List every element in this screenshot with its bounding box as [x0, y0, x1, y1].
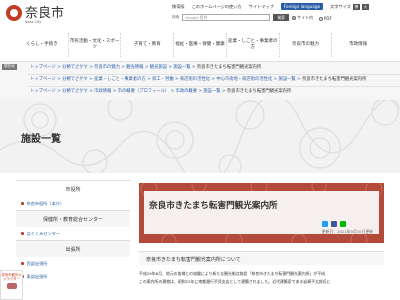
font-size-standard-button[interactable]: 標準	[352, 3, 360, 15]
crumb-current: 奈良市きたまち転害門観光案内所	[226, 89, 292, 94]
utility-links: 携帯版 このホームページの使い方 サイトマップ Foreign language…	[172, 3, 369, 15]
page-title: 奈良市きたまち転害門観光案内所	[149, 201, 278, 211]
category-title: 施設一覧	[21, 134, 61, 145]
body-paragraph: この案内所の建物は、昭和25年に南都銀行手貝支店として建築されました。近代建築家…	[139, 278, 331, 284]
nav-item-attractions[interactable]: 奈良市の魅力	[280, 33, 333, 57]
scope-pdf-radio[interactable]: PDF	[319, 16, 332, 21]
mascot-badge-text: 奈良市観光キャラクター	[1, 273, 22, 281]
crumb-link[interactable]: トップページ	[30, 65, 56, 70]
font-size-control: 文字サイズ 標準 大	[330, 3, 369, 15]
current-location-tag: 現在地	[2, 63, 17, 70]
page-title-banner: 奈良市きたまち転害門観光案内所 更新日：2021年9月10日更新	[139, 183, 384, 243]
nav-item-culture[interactable]: 市民活動・文化・スポーツ	[69, 33, 122, 57]
breadcrumb-area: 現在地 トップページ > 分類でさがす > 奈良市の魅力 > 観光情報 > 観光…	[0, 61, 400, 100]
crumb-link[interactable]: 観光施設	[150, 65, 167, 70]
bullet-icon	[21, 202, 24, 205]
sidebar-link-label: 奈良市役所（本庁）	[26, 200, 65, 206]
banner-panel: 奈良市きたまち転害門観光案内所 更新日：2021年9月10日更新	[144, 191, 379, 234]
site-header: 奈良市 Nara City 携帯版 このホームページの使い方 サイトマップ Fo…	[0, 0, 400, 30]
nav-item-life[interactable]: くらし・手続き	[16, 33, 69, 57]
crumb-link[interactable]: 分類でさがす	[62, 77, 88, 82]
crumb-link[interactable]: 中心市街地・商店街の活性化	[216, 77, 272, 82]
category-hero: 施設一覧	[0, 100, 400, 173]
scope-site-radio[interactable]: サイト内	[292, 15, 313, 21]
logo-text: 奈良市	[25, 5, 65, 21]
crumb-link[interactable]: 市政の概要	[176, 89, 197, 94]
nav-item-education[interactable]: 子育て・教育	[121, 33, 175, 57]
crumb-link[interactable]: トップページ	[30, 77, 56, 82]
nav-item-city-info[interactable]: 市政情報	[332, 33, 384, 57]
global-nav: くらし・手続き 市民活動・文化・スポーツ 子育て・教育 福祉・医療・保健・健康 …	[16, 33, 384, 57]
crumb-current: 奈良市きたまち転害門観光案内所	[196, 65, 262, 70]
scope-pdf-label: PDF	[324, 15, 332, 21]
body-paragraph: 平成29年6月、地元の皆様との協働により新たな観光拠点施設「奈良市きたまち転害門…	[139, 271, 326, 276]
city-emblem-icon	[6, 5, 22, 21]
sidebar-section: 市役所 奈良市役所（本庁）	[16, 180, 130, 210]
nav-item-welfare[interactable]: 福祉・医療・保健・健康	[174, 33, 227, 57]
breadcrumb-divider	[28, 74, 400, 75]
sidebar-heading: 出張所	[16, 241, 130, 257]
sidebar-heading: 市役所	[16, 181, 130, 197]
foreign-language-button[interactable]: Foreign language	[280, 3, 324, 10]
breadcrumb: トップページ > 分類でさがす > 奈良市の魅力 > 観光情報 > 観光施設 >…	[30, 65, 262, 70]
sidebar-link-label: 西部出張所	[26, 260, 48, 266]
scope-site-label: サイト内	[297, 15, 313, 20]
section-heading-box: 奈良市きたまち転害門観光案内所について	[139, 251, 384, 265]
search-button[interactable]: 検索	[273, 14, 290, 21]
crumb-link[interactable]: 市政情報	[94, 89, 111, 94]
sidebar-link-label: はぐくみセンター	[26, 230, 61, 236]
breadcrumb: トップページ > 分類でさがす > 市政情報 > 市の概要（プロフィール） > …	[30, 89, 292, 94]
mascot-icon	[6, 283, 17, 289]
font-size-large-button[interactable]: 大	[361, 3, 369, 10]
site-logo[interactable]: 奈良市	[6, 5, 64, 21]
crumb-link[interactable]: 施設一覧	[173, 65, 190, 70]
nav-item-industry[interactable]: 産業・しごと・事業者の方	[227, 33, 280, 57]
crumb-link[interactable]: 観光情報	[126, 65, 143, 70]
bullet-icon	[21, 262, 24, 265]
facebook-icon[interactable]	[331, 221, 337, 227]
sidebar-link[interactable]: 西部出張所	[16, 257, 130, 270]
font-size-label: 文字サイズ	[330, 3, 351, 9]
crumb-link[interactable]: 産業・しごと・事業者の方	[94, 77, 146, 82]
crumb-link[interactable]: 分類でさがす	[62, 89, 88, 94]
updated-date: 更新日：2021年9月10日更新	[321, 229, 373, 234]
sidebar-heading: 保健所・教育総合センター	[16, 211, 130, 227]
search-scope: サイト内 PDF	[292, 15, 332, 21]
mascot-badge[interactable]: 奈良市観光キャラクター	[0, 270, 23, 300]
sidebar-section: 出張所 西部出張所 東部出張所	[16, 240, 130, 283]
crumb-link[interactable]: トップページ	[30, 89, 56, 94]
crumb-link[interactable]: 分類でさがす	[62, 65, 88, 70]
radio-on-icon	[292, 16, 296, 20]
breadcrumb: トップページ > 分類でさがす > 産業・しごと・事業者の方 > 商工・労働 >…	[30, 77, 367, 82]
howto-link[interactable]: このホームページの使い方	[192, 4, 242, 10]
section-heading: 奈良市きたまち転害門観光案内所について	[146, 257, 241, 263]
sidebar-link-label: 東部出張所	[26, 273, 48, 279]
crumb-link[interactable]: 奈良市の魅力	[94, 65, 120, 70]
line-icon[interactable]	[340, 221, 346, 227]
share-buttons	[322, 221, 346, 227]
crumb-link[interactable]: 市の概要（プロフィール）	[118, 89, 169, 94]
crumb-link[interactable]: 施設一覧	[279, 77, 296, 82]
sidebar-section: 保健所・教育総合センター はぐくみセンター	[16, 210, 130, 240]
sidebar-link[interactable]: 東部出張所	[16, 270, 130, 283]
breadcrumb-divider	[28, 86, 400, 87]
mobile-link[interactable]: 携帯版	[172, 4, 185, 10]
radio-off-icon	[319, 16, 323, 21]
crumb-current: 奈良市きたまち転害門観光案内所	[302, 77, 367, 82]
logo-subtitle: Nara City	[25, 20, 42, 24]
twitter-icon[interactable]	[322, 221, 328, 227]
crumb-link[interactable]: 商工・労働	[152, 77, 173, 82]
crumb-link[interactable]: 施設一覧	[203, 89, 220, 94]
bullet-icon	[21, 232, 24, 235]
sidebar: 市役所 奈良市役所（本庁） 保健所・教育総合センター はぐくみセンター 出張所 …	[16, 180, 130, 283]
sitemap-link[interactable]: サイトマップ	[249, 4, 274, 10]
crumb-link[interactable]: 商店街の活性化	[180, 77, 210, 82]
sidebar-link[interactable]: はぐくみセンター	[16, 227, 130, 240]
search-label: 検索	[172, 15, 180, 19]
sidebar-link[interactable]: 奈良市役所（本庁）	[16, 197, 130, 210]
search-input[interactable]: Google 提供	[182, 14, 271, 21]
search-bar: 検索 Google 提供 検索	[172, 14, 290, 21]
body-text: 平成29年6月、地元の皆様との協働により新たな観光拠点施設「奈良市きたまち転害門…	[139, 270, 384, 285]
